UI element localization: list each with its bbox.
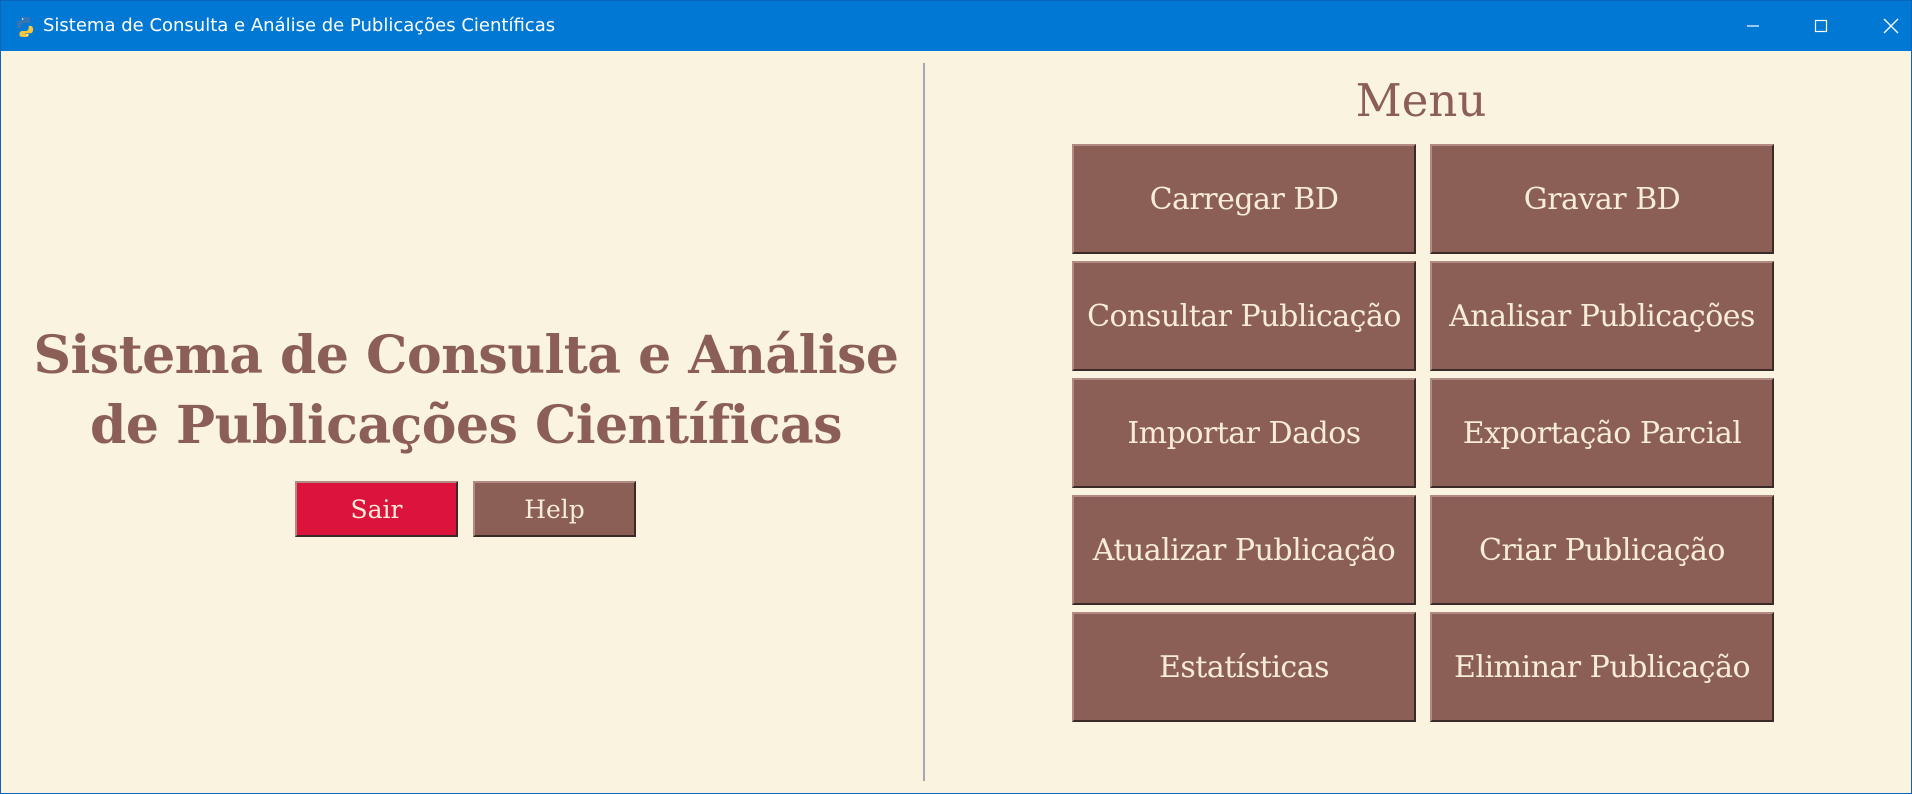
close-icon — [1883, 18, 1899, 34]
maximize-button[interactable] — [1787, 1, 1855, 51]
exit-button[interactable]: Sair — [295, 481, 458, 537]
app-title: Sistema de Consulta e Análise de Publica… — [31, 321, 901, 461]
statistics-button[interactable]: Estatísticas — [1072, 612, 1416, 722]
update-publication-button[interactable]: Atualizar Publicação — [1072, 495, 1416, 605]
python-icon — [16, 17, 34, 37]
import-data-button[interactable]: Importar Dados — [1072, 378, 1416, 488]
main-content: Sistema de Consulta e Análise de Publica… — [1, 51, 1911, 793]
save-db-button[interactable]: Gravar BD — [1430, 144, 1774, 254]
minimize-icon — [1747, 25, 1759, 27]
create-publication-button[interactable]: Criar Publicação — [1430, 495, 1774, 605]
close-button[interactable] — [1857, 1, 1912, 51]
delete-publication-button[interactable]: Eliminar Publicação — [1430, 612, 1774, 722]
menu-title: Menu — [1355, 74, 1487, 127]
app-title-line2: de Publicações Científicas — [89, 395, 843, 456]
query-publication-button[interactable]: Consultar Publicação — [1072, 261, 1416, 371]
title-bar[interactable]: Sistema de Consulta e Análise de Publica… — [1, 1, 1911, 51]
load-db-button[interactable]: Carregar BD — [1072, 144, 1416, 254]
minimize-button[interactable] — [1719, 1, 1787, 51]
analyze-publications-button[interactable]: Analisar Publicações — [1430, 261, 1774, 371]
partial-export-button[interactable]: Exportação Parcial — [1430, 378, 1774, 488]
app-title-line1: Sistema de Consulta e Análise — [33, 325, 899, 386]
window-title: Sistema de Consulta e Análise de Publica… — [43, 15, 556, 36]
app-window: Sistema de Consulta e Análise de Publica… — [0, 0, 1912, 794]
maximize-icon — [1814, 19, 1828, 33]
panel-divider — [923, 63, 925, 781]
help-button[interactable]: Help — [473, 481, 636, 537]
